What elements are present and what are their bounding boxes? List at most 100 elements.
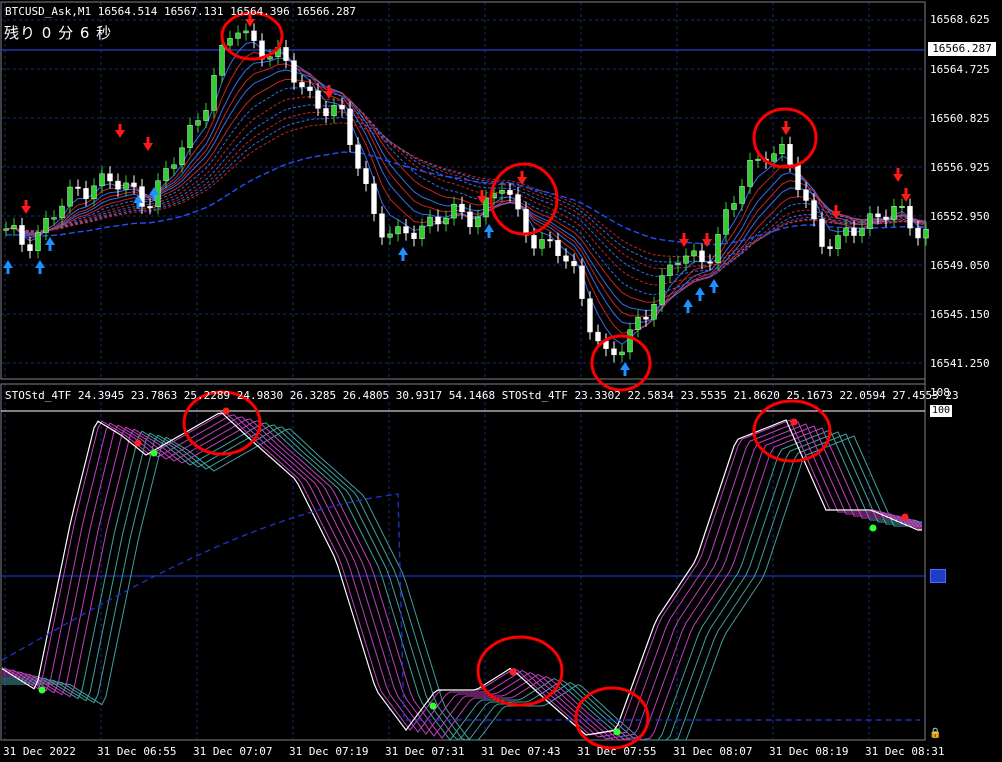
- candle-body: [115, 180, 121, 190]
- candle: [11, 217, 17, 237]
- signal-dot: [901, 513, 909, 521]
- candle-body: [723, 209, 729, 235]
- candle-body: [827, 246, 833, 249]
- osc-line: [2, 424, 922, 741]
- osc-mid-level-marker: [930, 569, 946, 583]
- candle-body: [755, 158, 761, 161]
- candle-body: [147, 206, 153, 209]
- candle: [811, 192, 817, 227]
- candle-body: [459, 203, 465, 213]
- candle-body: [403, 226, 409, 234]
- candle-body: [195, 120, 201, 126]
- up-arrow-icon: [683, 299, 693, 313]
- candle-body: [875, 213, 881, 218]
- candle: [563, 248, 569, 269]
- candle: [203, 102, 209, 129]
- candle-body: [771, 153, 777, 162]
- down-arrow-icon: [143, 137, 153, 151]
- annotation-circles: [182, 11, 832, 750]
- annotation-circle: [752, 399, 832, 463]
- candle-body: [203, 110, 209, 121]
- candle-body: [643, 317, 649, 320]
- candle: [619, 344, 625, 363]
- annotation-circle: [752, 107, 818, 169]
- candle: [443, 210, 449, 232]
- candle: [371, 176, 377, 222]
- candle: [323, 100, 329, 124]
- candle: [211, 67, 217, 118]
- candle-body: [915, 227, 921, 239]
- signal-dot: [869, 524, 877, 532]
- candle: [867, 206, 873, 237]
- down-arrow-icon: [702, 233, 712, 247]
- candle-body: [243, 30, 249, 34]
- candle: [515, 187, 521, 217]
- candle-body: [611, 348, 617, 356]
- candle: [19, 217, 25, 253]
- candle-body: [307, 86, 313, 91]
- chart-canvas[interactable]: [0, 0, 1002, 762]
- candle-body: [323, 108, 329, 117]
- candle: [731, 195, 737, 218]
- candle-body: [347, 108, 353, 145]
- down-arrow-icon: [781, 121, 791, 135]
- symbol-header: BTCUSD_Ask,M1 16564.514 16567.131 16564.…: [5, 5, 356, 18]
- candle: [3, 221, 9, 237]
- candle-body: [683, 255, 689, 264]
- candle-body: [395, 226, 401, 235]
- candle-body: [627, 329, 633, 353]
- candle: [899, 198, 905, 214]
- candle-body: [19, 225, 25, 245]
- candle-body: [83, 188, 89, 200]
- candle-body: [331, 105, 337, 117]
- candle: [747, 152, 753, 194]
- candle-body: [107, 173, 113, 182]
- oscillator-header: STOStd_4TF 24.3945 23.7863 25.2289 24.98…: [5, 389, 959, 402]
- signal-arrows: [3, 13, 911, 376]
- candle-body: [523, 208, 529, 236]
- candle: [827, 239, 833, 257]
- candle-body: [291, 60, 297, 83]
- candle: [331, 97, 337, 124]
- candle-body: [571, 260, 577, 267]
- candle: [251, 23, 257, 49]
- candle-body: [51, 217, 57, 220]
- annotation-circle: [476, 635, 564, 707]
- candle-body: [179, 147, 185, 165]
- osc-line: [2, 428, 922, 741]
- candle-body: [787, 144, 793, 165]
- lock-icon[interactable]: 🔒: [929, 728, 941, 739]
- candle-body: [507, 190, 513, 195]
- signal-dot: [613, 728, 621, 736]
- candle-body: [219, 44, 225, 76]
- candle-body: [35, 232, 41, 251]
- time-tick: 31 Dec 07:07: [193, 745, 273, 758]
- candle-body: [67, 186, 73, 207]
- grid-lines: [1, 2, 925, 740]
- candle: [555, 232, 561, 264]
- down-arrow-icon: [115, 124, 125, 138]
- candle: [403, 219, 409, 241]
- candle-body: [75, 186, 81, 189]
- candle-body: [139, 186, 145, 207]
- candle: [379, 206, 385, 245]
- candle: [75, 179, 81, 196]
- candle: [907, 198, 913, 236]
- candle-body: [419, 225, 425, 239]
- candle-body: [691, 250, 697, 257]
- candle-body: [11, 225, 17, 230]
- candle-body: [435, 216, 441, 225]
- candle-body: [619, 351, 625, 356]
- candle-body: [587, 298, 593, 333]
- candle-body: [699, 250, 705, 262]
- candle-body: [555, 240, 561, 256]
- candle-body: [907, 205, 913, 229]
- candle: [131, 175, 137, 195]
- candle-body: [467, 211, 473, 228]
- signal-dot: [134, 439, 142, 447]
- down-arrow-icon: [21, 200, 31, 214]
- time-tick: 31 Dec 08:19: [769, 745, 849, 758]
- candle-body: [3, 228, 9, 231]
- candle-body: [675, 263, 681, 266]
- candlesticks[interactable]: [3, 23, 929, 363]
